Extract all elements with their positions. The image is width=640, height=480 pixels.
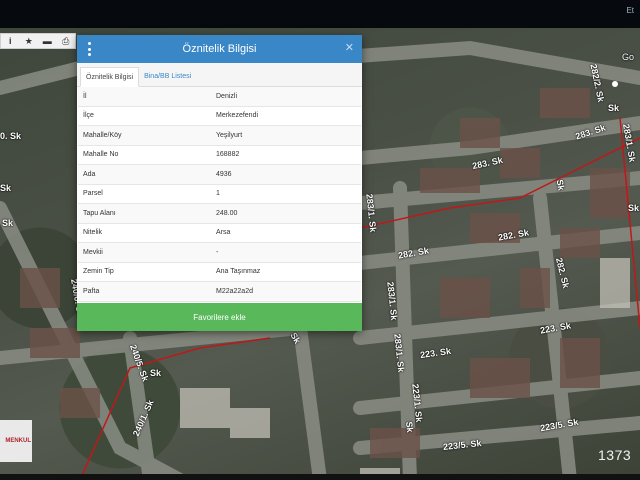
- map-location-marker: [612, 81, 618, 87]
- road-label: Sk: [403, 420, 416, 434]
- table-row: Ada 4936: [78, 165, 361, 185]
- attribute-info-dialog: Öznitelik Bilgisi ✕ Öznitelik Bilgisi Bi…: [77, 35, 362, 331]
- row-key: İl: [83, 92, 87, 100]
- building: [230, 408, 270, 438]
- row-key: Ada: [83, 170, 96, 178]
- table-row: Mahalle No 168882: [78, 146, 361, 165]
- row-value: 168882: [216, 151, 240, 159]
- row-key: Zemin Tip: [83, 268, 114, 276]
- row-value: 248.00: [216, 209, 238, 217]
- row-key: Mevkii: [83, 248, 103, 256]
- building: [20, 268, 60, 308]
- building: [370, 428, 420, 458]
- road-label: Sk: [150, 368, 162, 378]
- row-key: Parsel: [83, 190, 103, 198]
- attribute-table: İl Denizli İlçe Merkezefendi Mahalle/Köy Ye…: [77, 87, 362, 302]
- dialog-header: Öznitelik Bilgisi ✕: [77, 35, 362, 63]
- table-row: Zemin Tip Ana Taşınmaz: [78, 263, 361, 282]
- building: [420, 168, 480, 193]
- star-icon[interactable]: ★: [20, 34, 39, 48]
- top-bar: Et: [0, 0, 640, 28]
- agency-logo: MENKUL: [0, 420, 32, 462]
- row-value: 1: [216, 190, 220, 198]
- row-value: M22a22a2d: [216, 287, 253, 295]
- minus-icon[interactable]: ▬: [38, 34, 57, 48]
- row-key: Tapu Alanı: [83, 209, 116, 217]
- row-value: Denizli: [216, 92, 238, 100]
- row-value: Arsa: [216, 229, 231, 237]
- building: [30, 328, 80, 358]
- table-row: Nitelik Arsa: [78, 224, 361, 243]
- building: [60, 388, 100, 418]
- top-bar-corner-text: Et: [626, 6, 634, 15]
- dialog-tabs: Öznitelik Bilgisi Bina/BB Listesi: [77, 63, 362, 87]
- agency-logo-text: MENKUL: [5, 438, 31, 444]
- bottom-strip: [0, 474, 640, 480]
- row-key: Pafta: [83, 287, 100, 295]
- building: [560, 338, 600, 388]
- row-key: Mahalle No: [83, 151, 119, 159]
- kebab-menu-icon[interactable]: [88, 42, 92, 56]
- table-row: Pafta M22a22a2d: [78, 282, 361, 302]
- close-icon[interactable]: ✕: [345, 41, 354, 54]
- road-label: 0. Sk: [0, 131, 22, 141]
- table-row: Mahalle/Köy Yeşilyurt: [78, 126, 361, 146]
- table-row: Mevkii -: [78, 243, 361, 263]
- row-value: -: [216, 248, 219, 256]
- row-value: Merkezefendi: [216, 112, 259, 120]
- row-value: 4936: [216, 170, 232, 178]
- table-row: İlçe Merkezefendi: [78, 107, 361, 126]
- building: [540, 88, 590, 118]
- print-icon[interactable]: ⎙: [57, 34, 76, 48]
- road-label: Sk: [628, 203, 640, 213]
- building: [600, 258, 630, 308]
- building: [440, 278, 490, 318]
- listing-number: 1373: [598, 447, 632, 463]
- info-icon[interactable]: i: [1, 34, 20, 48]
- map-place-label: Go: [622, 52, 635, 62]
- building: [460, 118, 500, 148]
- road-label: Sk: [608, 103, 620, 113]
- dialog-title: Öznitelik Bilgisi: [182, 43, 257, 55]
- tab-attribute-info[interactable]: Öznitelik Bilgisi: [80, 67, 140, 87]
- road: [293, 321, 327, 480]
- building: [590, 168, 630, 218]
- building: [560, 228, 600, 258]
- row-value: Yeşilyurt: [216, 131, 243, 139]
- row-value: Ana Taşınmaz: [216, 268, 261, 276]
- add-to-favorites-button[interactable]: Favorilere ekle: [77, 303, 362, 331]
- building: [500, 148, 540, 178]
- road-label: Sk: [0, 183, 12, 193]
- building: [180, 388, 230, 428]
- road-label: Sk: [2, 218, 14, 228]
- building: [470, 358, 530, 398]
- table-row: Parsel 1: [78, 185, 361, 204]
- tab-building-list[interactable]: Bina/BB Listesi: [139, 66, 196, 86]
- row-key: İlçe: [83, 112, 94, 120]
- row-key: Nitelik: [83, 229, 103, 237]
- table-row: Tapu Alanı 248.00: [78, 204, 361, 224]
- row-key: Mahalle/Köy: [83, 131, 122, 139]
- map-toolbar: i ★ ▬ ⎙: [0, 33, 76, 49]
- road-label: Sk: [554, 178, 567, 192]
- table-row: İl Denizli: [78, 87, 361, 107]
- building: [520, 268, 550, 308]
